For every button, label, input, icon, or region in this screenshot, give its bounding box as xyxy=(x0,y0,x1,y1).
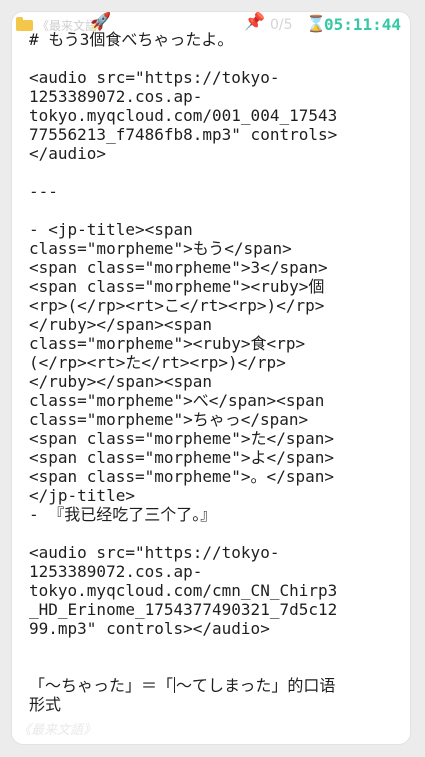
editor-line[interactable]: <span class="morpheme">た</span> xyxy=(29,429,404,448)
editor-line[interactable] xyxy=(29,163,404,182)
editor-line[interactable] xyxy=(29,657,404,676)
editor-line[interactable]: 1253389072.cos.ap- xyxy=(29,562,404,581)
editor-line[interactable]: </ruby></span><span xyxy=(29,372,404,391)
editor-line[interactable]: 形式 xyxy=(29,695,404,714)
editor-line[interactable]: </ruby></span><span xyxy=(29,315,404,334)
editor-line[interactable] xyxy=(29,201,404,220)
editor-line[interactable]: tokyo.myqcloud.com/001_004_17543 xyxy=(29,106,404,125)
editor-line[interactable]: 99.mp3" controls></audio> xyxy=(29,619,404,638)
editor-line[interactable]: 1253389072.cos.ap- xyxy=(29,87,404,106)
editor-line[interactable]: </audio> xyxy=(29,144,404,163)
editor-line[interactable]: - 『我已经吃了三个了。』 xyxy=(29,505,404,524)
editor-line[interactable]: (</rp><rt>た</rt><rp>)</rp> xyxy=(29,353,404,372)
editor-line[interactable]: <audio src="https://tokyo- xyxy=(29,68,404,87)
editor-line[interactable]: 「〜ちゃった」＝「 〜てしまった」的口语 xyxy=(29,676,404,695)
editor-line[interactable]: <span class="morpheme">。</span> xyxy=(29,467,404,486)
editor-line[interactable]: 77556213_f7486fb8.mp3" controls> xyxy=(29,125,404,144)
editor-line[interactable]: class="morpheme">ちゃっ</span> xyxy=(29,410,404,429)
editor-line[interactable]: <audio src="https://tokyo- xyxy=(29,543,404,562)
editor-line[interactable]: tokyo.myqcloud.com/cmn_CN_Chirp3 xyxy=(29,581,404,600)
editor-line[interactable]: - <jp-title><span xyxy=(29,220,404,239)
editor-line[interactable]: --- xyxy=(29,182,404,201)
editor-line[interactable]: <span class="morpheme">よ</span> xyxy=(29,448,404,467)
editor-line[interactable]: class="morpheme">もう</span> xyxy=(29,239,404,258)
editor-line[interactable]: <span class="morpheme">3</span> xyxy=(29,258,404,277)
editor-line[interactable] xyxy=(29,524,404,543)
editor-line[interactable]: _HD_Erinome_1754377490321_7d5c12 xyxy=(29,600,404,619)
footer-book-title: 《最来文語》 xyxy=(18,723,97,738)
editor-line[interactable] xyxy=(29,49,404,68)
editor-line[interactable]: <rp>(</rp><rt>こ</rt><rp>)</rp> xyxy=(29,296,404,315)
editor-line[interactable]: # もう3個食べちゃったよ。 xyxy=(29,30,404,49)
rocket-icon[interactable]: 🚀 xyxy=(90,12,111,32)
markdown-editor[interactable]: # もう3個食べちゃったよ。 <audio src="https://tokyo-… xyxy=(29,30,404,714)
editor-line[interactable] xyxy=(29,638,404,657)
pushpin-icon[interactable]: 📌 xyxy=(244,12,265,32)
editor-line[interactable]: class="morpheme"><ruby>食<rp> xyxy=(29,334,404,353)
editor-line[interactable]: </jp-title> xyxy=(29,486,404,505)
editor-line[interactable]: class="morpheme">べ</span><span xyxy=(29,391,404,410)
text-cursor xyxy=(174,677,176,693)
editor-line[interactable]: <span class="morpheme"><ruby>個 xyxy=(29,277,404,296)
